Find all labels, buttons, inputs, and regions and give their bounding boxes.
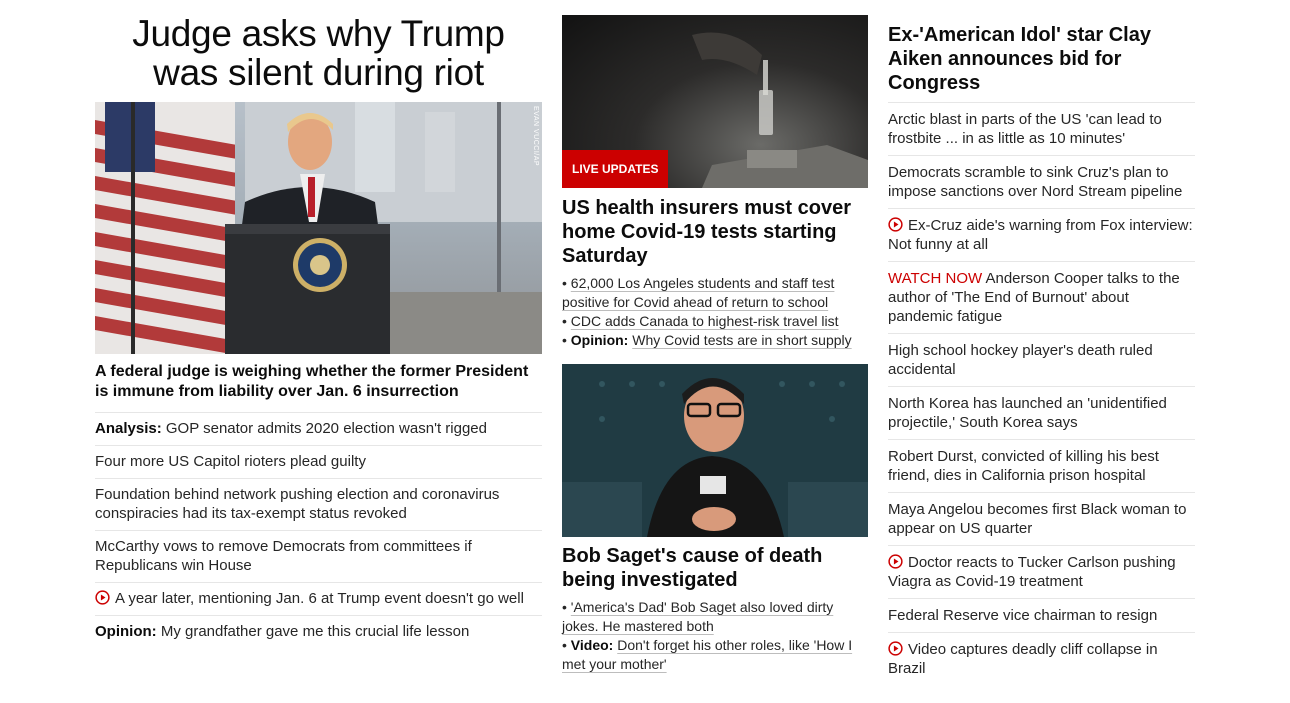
item-text: Foundation behind network pushing electi…: [95, 486, 500, 522]
item-prefix: Analysis:: [95, 420, 162, 437]
photo-credit: EVAN VUCCI/AP: [532, 106, 539, 167]
right-column-headline[interactable]: Ex-'American Idol' star Clay Aiken annou…: [888, 23, 1195, 95]
covid-test-image[interactable]: LIVE UPDATES: [562, 15, 868, 188]
item-text: Four more US Capitol rioters plead guilt…: [95, 453, 366, 470]
left-column: Judge asks why Trump was silent during r…: [95, 0, 542, 648]
list-item[interactable]: McCarthy vows to remove Democrats from c…: [95, 530, 542, 582]
middle-column: LIVE UPDATES US health insurers must cov…: [562, 0, 868, 674]
item-text: Doctor reacts to Tucker Carlson pushing …: [888, 554, 1176, 590]
item-text: Democrats scramble to sink Cruz's plan t…: [888, 164, 1183, 200]
list-item: • 'America's Dad' Bob Saget also loved d…: [562, 599, 834, 634]
list-item[interactable]: Four more US Capitol rioters plead guilt…: [95, 445, 542, 478]
play-circle-icon: [888, 554, 903, 569]
story-related-links: • 'America's Dad' Bob Saget also loved d…: [562, 598, 868, 674]
list-item: • CDC adds Canada to highest-risk travel…: [562, 313, 839, 329]
item-link[interactable]: 'America's Dad' Bob Saget also loved dir…: [562, 599, 833, 634]
play-circle-icon: [888, 217, 903, 232]
item-text: McCarthy vows to remove Democrats from c…: [95, 538, 472, 574]
item-text: A year later, mentioning Jan. 6 at Trump…: [115, 590, 524, 607]
watch-now-label: WATCH NOW: [888, 270, 983, 287]
list-item[interactable]: Ex-Cruz aide's warning from Fox intervie…: [888, 208, 1195, 261]
list-item[interactable]: Foundation behind network pushing electi…: [95, 478, 542, 530]
list-item[interactable]: A year later, mentioning Jan. 6 at Trump…: [95, 582, 542, 615]
item-text: Ex-Cruz aide's warning from Fox intervie…: [888, 217, 1193, 253]
list-item[interactable]: Democrats scramble to sink Cruz's plan t…: [888, 155, 1195, 208]
story-headline-covid-tests[interactable]: US health insurers must cover home Covid…: [562, 196, 868, 268]
list-item[interactable]: North Korea has launched an 'unidentifie…: [888, 386, 1195, 439]
item-link[interactable]: Why Covid tests are in short supply: [632, 332, 851, 348]
item-text: GOP senator admits 2020 election wasn't …: [161, 420, 487, 437]
story-headline-bob-saget[interactable]: Bob Saget's cause of death being investi…: [562, 544, 868, 592]
list-item[interactable]: Maya Angelou becomes first Black woman t…: [888, 492, 1195, 545]
item-text: My grandfather gave me this crucial life…: [156, 623, 470, 640]
item-prefix: Opinion:: [570, 332, 629, 348]
list-item[interactable]: High school hockey player's death ruled …: [888, 333, 1195, 386]
lead-subheadline[interactable]: A federal judge is weighing whether the …: [95, 362, 542, 402]
item-link[interactable]: 62,000 Los Angeles students and staff te…: [562, 275, 834, 310]
item-text: High school hockey player's death ruled …: [888, 342, 1153, 378]
play-circle-icon: [888, 641, 903, 656]
list-item[interactable]: Federal Reserve vice chairman to resign: [888, 598, 1195, 632]
item-text: North Korea has launched an 'unidentifie…: [888, 395, 1167, 431]
lead-headline[interactable]: Judge asks why Trump was silent during r…: [95, 14, 542, 92]
list-item: • Opinion: Why Covid tests are in short …: [562, 332, 852, 348]
live-updates-badge[interactable]: LIVE UPDATES: [562, 150, 669, 188]
headline-list: Arctic blast in parts of the US 'can lea…: [888, 102, 1195, 685]
item-link[interactable]: CDC adds Canada to highest-risk travel l…: [571, 313, 839, 329]
list-item[interactable]: Video captures deadly cliff collapse in …: [888, 632, 1195, 685]
item-prefix: Opinion:: [95, 623, 157, 640]
item-text: Video captures deadly cliff collapse in …: [888, 641, 1158, 677]
list-item[interactable]: Robert Durst, convicted of killing his b…: [888, 439, 1195, 492]
bob-saget-image[interactable]: [562, 364, 868, 537]
list-item[interactable]: WATCH NOW Anderson Cooper talks to the a…: [888, 261, 1195, 333]
item-text: Robert Durst, convicted of killing his b…: [888, 448, 1159, 484]
list-item[interactable]: Opinion: My grandfather gave me this cru…: [95, 615, 542, 648]
list-item[interactable]: Analysis: GOP senator admits 2020 electi…: [95, 412, 542, 445]
list-item[interactable]: Arctic blast in parts of the US 'can lea…: [888, 102, 1195, 155]
list-item: • Video: Don't forget his other roles, l…: [562, 637, 853, 672]
story-related-links: • 62,000 Los Angeles students and staff …: [562, 274, 868, 350]
right-column: Ex-'American Idol' star Clay Aiken annou…: [888, 0, 1195, 685]
item-text: Federal Reserve vice chairman to resign: [888, 607, 1158, 624]
lead-related-list: Analysis: GOP senator admits 2020 electi…: [95, 412, 542, 648]
item-text: Arctic blast in parts of the US 'can lea…: [888, 111, 1162, 147]
lead-image-trump-podium[interactable]: EVAN VUCCI/AP: [95, 102, 542, 354]
list-item: • 62,000 Los Angeles students and staff …: [562, 275, 835, 310]
play-circle-icon: [95, 590, 110, 605]
list-item[interactable]: Doctor reacts to Tucker Carlson pushing …: [888, 545, 1195, 598]
item-prefix: Video:: [570, 637, 614, 653]
item-text: Maya Angelou becomes first Black woman t…: [888, 501, 1187, 537]
